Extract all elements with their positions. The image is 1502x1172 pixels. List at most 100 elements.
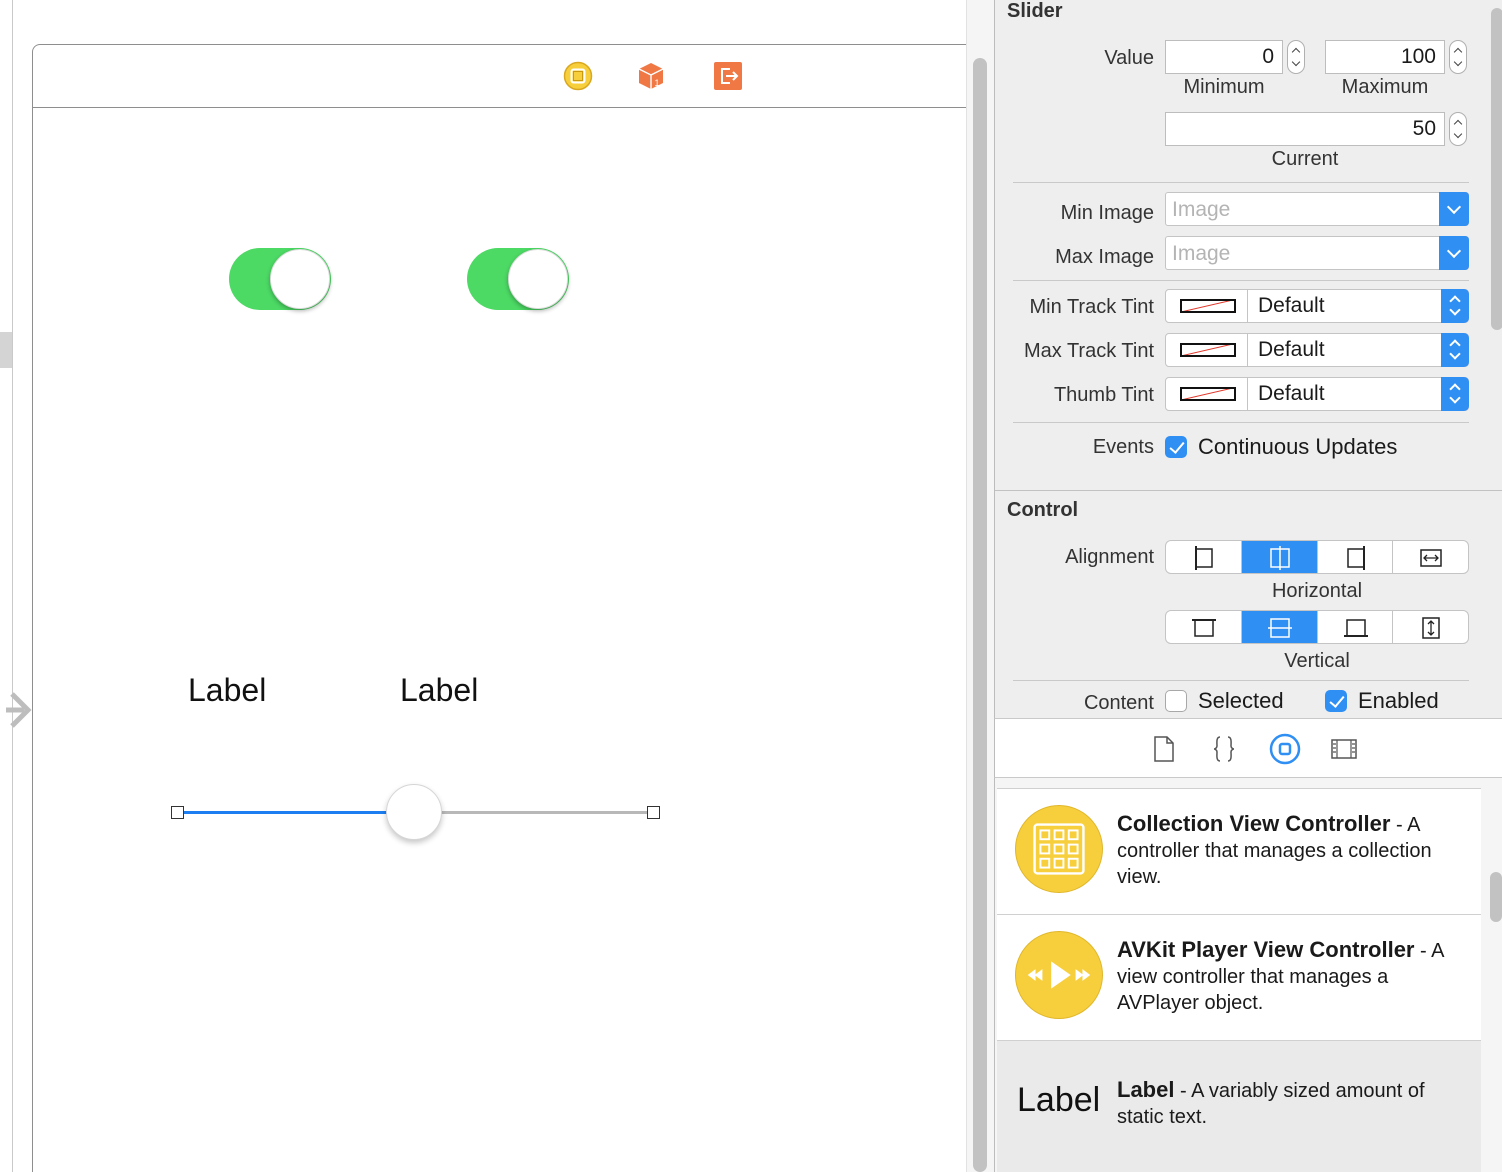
minimum-stepper[interactable] bbox=[1287, 40, 1305, 74]
align-right-segment[interactable] bbox=[1318, 541, 1394, 573]
attributes-inspector: Slider Value 0 100 Minimum Maximum 50 Cu… bbox=[994, 0, 1502, 718]
view-controller-icon[interactable] bbox=[563, 61, 593, 91]
control-section-title: Control bbox=[1007, 499, 1079, 521]
max-track-tint-popup[interactable]: Default bbox=[1165, 333, 1469, 367]
canvas-scrollbar[interactable] bbox=[966, 0, 994, 1172]
align-top-icon bbox=[1192, 619, 1216, 637]
color-well[interactable] bbox=[1166, 334, 1248, 366]
library-scrollbar-thumb[interactable] bbox=[1490, 872, 1502, 922]
label-preview: Label bbox=[1017, 1081, 1101, 1119]
thumb-tint-label: Thumb Tint bbox=[1053, 384, 1154, 406]
vertical-label: Vertical bbox=[1284, 650, 1350, 672]
object-library-list[interactable]: Collection View Controller - A controlle… bbox=[994, 778, 1502, 1172]
label-1[interactable]: Label bbox=[188, 672, 266, 709]
align-fill-icon bbox=[1420, 549, 1442, 567]
section-divider bbox=[995, 490, 1502, 491]
slider-min-track bbox=[178, 811, 414, 814]
object-library-icon[interactable] bbox=[1269, 733, 1301, 765]
chevron-down-icon[interactable] bbox=[1439, 192, 1469, 226]
slider-section-title: Slider bbox=[1007, 0, 1063, 22]
library-item-title: Collection View Controller bbox=[1117, 811, 1391, 836]
library-item-description: Collection View Controller - A controlle… bbox=[1117, 811, 1467, 890]
library-item-title: Label bbox=[1117, 1077, 1175, 1102]
library-item-title: AVKit Player View Controller bbox=[1117, 937, 1415, 962]
slider[interactable] bbox=[168, 780, 664, 844]
align-bottom-segment[interactable] bbox=[1318, 611, 1394, 643]
align-top-segment[interactable] bbox=[1166, 611, 1242, 643]
scene-dock: 1 bbox=[33, 45, 966, 108]
vertical-alignment-control[interactable] bbox=[1165, 610, 1469, 644]
canvas-edge bbox=[12, 0, 13, 1172]
min-image-label: Min Image bbox=[1060, 202, 1154, 224]
enabled-label[interactable]: Enabled bbox=[1358, 688, 1439, 714]
content-label: Content bbox=[1083, 692, 1154, 714]
default-color-swatch bbox=[1180, 387, 1236, 401]
selected-checkbox[interactable] bbox=[1165, 690, 1187, 712]
align-left-segment[interactable] bbox=[1166, 541, 1242, 573]
inspector-scrollbar-thumb[interactable] bbox=[1491, 8, 1502, 330]
view-controller-scene[interactable]: 1 bbox=[32, 44, 966, 1172]
switch-1[interactable] bbox=[229, 248, 331, 310]
min-track-tint-popup[interactable]: Default bbox=[1165, 289, 1469, 323]
canvas-scrollbar-thumb[interactable] bbox=[973, 58, 987, 1172]
color-well[interactable] bbox=[1166, 290, 1248, 322]
align-fill-segment[interactable] bbox=[1393, 541, 1468, 573]
max-image-combo[interactable]: Image bbox=[1165, 236, 1469, 270]
align-vfill-segment[interactable] bbox=[1393, 611, 1468, 643]
horizontal-label: Horizontal bbox=[1271, 580, 1363, 602]
popup-arrows-icon[interactable] bbox=[1441, 333, 1469, 367]
library-item-avkit-player-view-controller[interactable]: AVKit Player View Controller - A view co… bbox=[997, 914, 1481, 1040]
thumb-tint-popup[interactable]: Default bbox=[1165, 377, 1469, 411]
current-stepper[interactable] bbox=[1449, 112, 1467, 146]
popup-arrows-icon[interactable] bbox=[1441, 289, 1469, 323]
align-center-segment[interactable] bbox=[1241, 541, 1318, 573]
slider-thumb[interactable] bbox=[386, 784, 442, 840]
media-library-icon[interactable] bbox=[1331, 735, 1357, 763]
storyboard-canvas[interactable]: 1 Label Label bbox=[0, 0, 966, 1172]
resize-handle-right[interactable] bbox=[647, 806, 660, 819]
selected-label[interactable]: Selected bbox=[1198, 688, 1284, 714]
alignment-label: Alignment bbox=[1065, 546, 1154, 568]
maximum-label: Maximum bbox=[1341, 76, 1429, 98]
switch-2[interactable] bbox=[467, 248, 569, 310]
min-image-combo[interactable]: Image bbox=[1165, 192, 1469, 226]
library-item-label[interactable]: Label Label - A variably sized amount of… bbox=[997, 1040, 1481, 1172]
exit-icon[interactable] bbox=[713, 61, 743, 91]
library-item-description: Label - A variably sized amount of stati… bbox=[1117, 1077, 1467, 1130]
min-track-tint-label: Min Track Tint bbox=[1029, 296, 1154, 318]
min-image-placeholder: Image bbox=[1172, 198, 1231, 221]
align-center-icon bbox=[1270, 546, 1290, 570]
min-track-tint-value: Default bbox=[1258, 294, 1325, 317]
events-label: Events bbox=[1092, 436, 1154, 458]
max-image-label: Max Image bbox=[1055, 246, 1154, 268]
horizontal-alignment-control[interactable] bbox=[1165, 540, 1469, 574]
resize-handle-left[interactable] bbox=[171, 806, 184, 819]
canvas-collapse-tab[interactable] bbox=[0, 332, 12, 368]
maximum-field[interactable]: 100 bbox=[1325, 40, 1445, 74]
segue-arrow-icon bbox=[6, 692, 32, 728]
minimum-field[interactable]: 0 bbox=[1165, 40, 1283, 74]
library-tab-bar bbox=[994, 718, 1502, 778]
continuous-updates-checkbox[interactable] bbox=[1165, 436, 1187, 458]
current-label: Current bbox=[1271, 148, 1339, 170]
popup-arrows-icon[interactable] bbox=[1441, 377, 1469, 411]
chevron-down-icon[interactable] bbox=[1439, 236, 1469, 270]
library-item-description: AVKit Player View Controller - A view co… bbox=[1117, 937, 1467, 1016]
collection-view-controller-icon bbox=[1015, 805, 1103, 893]
label-2[interactable]: Label bbox=[400, 672, 478, 709]
align-right-icon bbox=[1346, 546, 1365, 570]
current-field[interactable]: 50 bbox=[1165, 112, 1445, 146]
library-item-collection-view-controller[interactable]: Collection View Controller - A controlle… bbox=[997, 788, 1481, 914]
thumb-tint-value: Default bbox=[1258, 382, 1325, 405]
enabled-checkbox[interactable] bbox=[1325, 690, 1347, 712]
code-snippet-icon[interactable] bbox=[1211, 735, 1237, 763]
file-template-icon[interactable] bbox=[1151, 735, 1177, 763]
continuous-updates-label[interactable]: Continuous Updates bbox=[1198, 434, 1397, 460]
first-responder-icon[interactable]: 1 bbox=[636, 61, 666, 91]
maximum-stepper[interactable] bbox=[1449, 40, 1467, 74]
switch-knob bbox=[270, 249, 330, 309]
align-middle-segment[interactable] bbox=[1241, 611, 1318, 643]
align-bottom-icon bbox=[1343, 619, 1368, 637]
max-image-placeholder: Image bbox=[1172, 242, 1231, 265]
color-well[interactable] bbox=[1166, 378, 1248, 410]
